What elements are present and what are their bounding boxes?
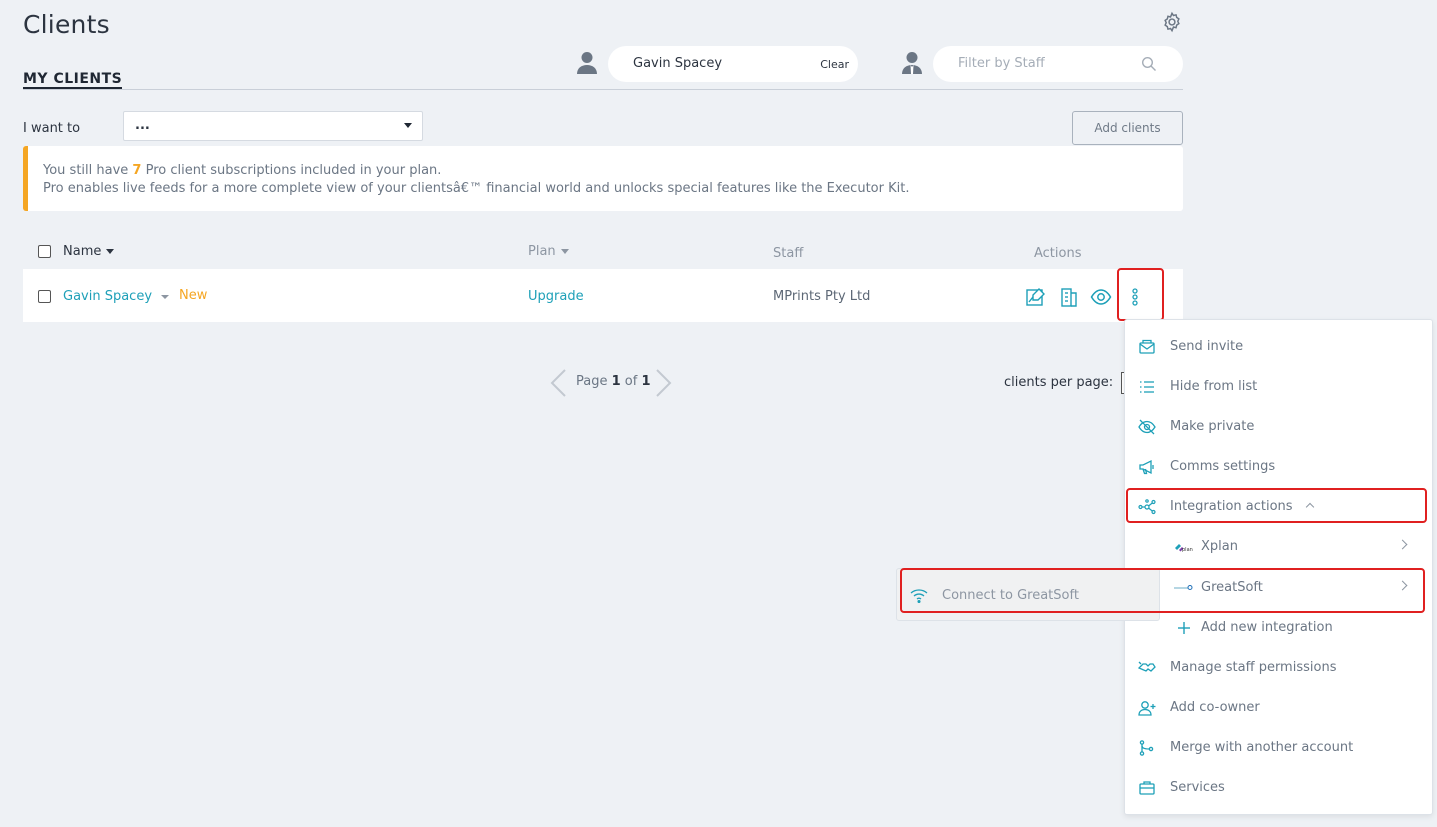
staff-name: MPrints Pty Ltd <box>773 289 871 304</box>
merge-icon <box>1139 740 1154 756</box>
chevron-left-icon[interactable] <box>548 368 568 398</box>
page-of: of <box>620 374 642 389</box>
staff-column-header: Staff <box>773 246 804 261</box>
page-prefix: Page <box>576 374 612 389</box>
add-clients-button[interactable]: Add clients <box>1072 111 1183 145</box>
menu-item-comms-settings[interactable]: Comms settings <box>1125 447 1432 487</box>
tab-my-clients[interactable]: MY CLIENTS <box>23 71 123 89</box>
svg-text:plan: plan <box>1182 547 1193 553</box>
client-caret-icon[interactable] <box>161 295 169 299</box>
page-indicator: Page 1 of 1 <box>576 374 651 389</box>
menu-label: Send invite <box>1170 339 1244 354</box>
menu-item-make-private[interactable]: Make private <box>1125 407 1432 447</box>
notice-line-2: Pro enables live feeds for a more comple… <box>43 181 910 196</box>
menu-item-services[interactable]: Services <box>1125 768 1432 808</box>
plan-column-header[interactable]: Plan <box>528 244 569 259</box>
eye-slash-icon <box>1138 419 1156 435</box>
menu-label: Add new integration <box>1201 620 1333 635</box>
staff-filter-input[interactable]: Filter by Staff <box>933 46 1183 82</box>
staff-permissions-icon <box>1138 661 1156 672</box>
menu-label: Hide from list <box>1170 379 1258 394</box>
client-filter[interactable]: Gavin Spacey Clear <box>608 46 858 82</box>
briefcase-icon <box>1139 781 1155 795</box>
notice-suffix: Pro client subscriptions included in you… <box>141 163 442 178</box>
send-invite-icon <box>1139 339 1155 354</box>
row-checkbox[interactable] <box>38 290 51 303</box>
notice-prefix: You still have <box>43 163 133 178</box>
page-title: Clients <box>23 10 110 39</box>
tab-divider <box>23 89 1183 90</box>
staff-filter-placeholder: Filter by Staff <box>958 56 1045 71</box>
menu-label: Xplan <box>1201 539 1238 554</box>
client-name-link[interactable]: Gavin Spacey <box>63 289 152 304</box>
person-icon <box>577 52 597 74</box>
menu-label: Make private <box>1170 419 1255 434</box>
upgrade-link[interactable]: Upgrade <box>528 289 584 304</box>
megaphone-icon <box>1139 459 1154 475</box>
eye-icon[interactable] <box>1090 286 1112 308</box>
edit-chart-icon[interactable] <box>1025 286 1047 308</box>
new-badge: New <box>179 288 208 303</box>
page-current: 1 <box>611 374 621 389</box>
menu-item-add-co-owner[interactable]: Add co-owner <box>1125 688 1432 728</box>
i-want-to-select[interactable]: ... <box>123 111 423 141</box>
gear-icon[interactable] <box>1161 11 1183 33</box>
plus-icon <box>1178 622 1190 634</box>
plan-header-label: Plan <box>528 244 556 259</box>
integration-actions-highlight <box>1126 488 1427 523</box>
menu-item-send-invite[interactable]: Send invite <box>1125 327 1432 367</box>
sort-caret-icon <box>106 249 115 254</box>
clear-button[interactable]: Clear <box>820 58 849 71</box>
client-filter-value: Gavin Spacey <box>633 56 723 71</box>
add-person-icon <box>1138 701 1156 716</box>
more-actions-highlight <box>1117 268 1164 321</box>
list-icon <box>1140 381 1154 393</box>
search-icon[interactable] <box>1141 56 1157 72</box>
per-page-label: clients per page: <box>1004 375 1114 390</box>
pro-notice: You still have 7 Pro client subscription… <box>23 146 1183 211</box>
i-want-to-value: ... <box>135 118 150 133</box>
menu-item-xplan[interactable]: plan Xplan <box>1125 527 1432 567</box>
name-column-header[interactable]: Name <box>63 244 115 259</box>
building-icon[interactable] <box>1058 286 1080 308</box>
menu-item-merge-account[interactable]: Merge with another account <box>1125 728 1432 768</box>
page-total: 1 <box>641 374 651 389</box>
actions-menu: Send invite Hide from list Make private … <box>1124 319 1433 815</box>
greatsoft-highlight <box>900 568 1425 613</box>
staff-icon <box>902 52 922 74</box>
xplan-logo-icon: plan <box>1175 544 1193 553</box>
actions-column-header: Actions <box>1034 246 1082 261</box>
menu-item-manage-staff-permissions[interactable]: Manage staff permissions <box>1125 648 1432 688</box>
menu-item-hide-from-list[interactable]: Hide from list <box>1125 367 1432 407</box>
name-header-label: Name <box>63 244 102 259</box>
menu-label: Merge with another account <box>1170 740 1354 755</box>
menu-label: Services <box>1170 780 1225 795</box>
menu-label: Comms settings <box>1170 459 1276 474</box>
menu-label: Add co-owner <box>1170 700 1260 715</box>
chevron-down-icon <box>404 123 412 128</box>
menu-label: Manage staff permissions <box>1170 660 1337 675</box>
menu-item-add-new-integration[interactable]: Add new integration <box>1125 608 1432 648</box>
chevron-right-icon <box>1397 539 1408 550</box>
notice-line-1: You still have 7 Pro client subscription… <box>43 162 1183 180</box>
pagination: Page 1 of 1 <box>548 368 678 398</box>
sort-caret-icon <box>560 249 569 254</box>
i-want-to-label: I want to <box>23 121 81 136</box>
chevron-right-icon[interactable] <box>654 368 674 398</box>
select-all-checkbox[interactable] <box>38 245 51 258</box>
